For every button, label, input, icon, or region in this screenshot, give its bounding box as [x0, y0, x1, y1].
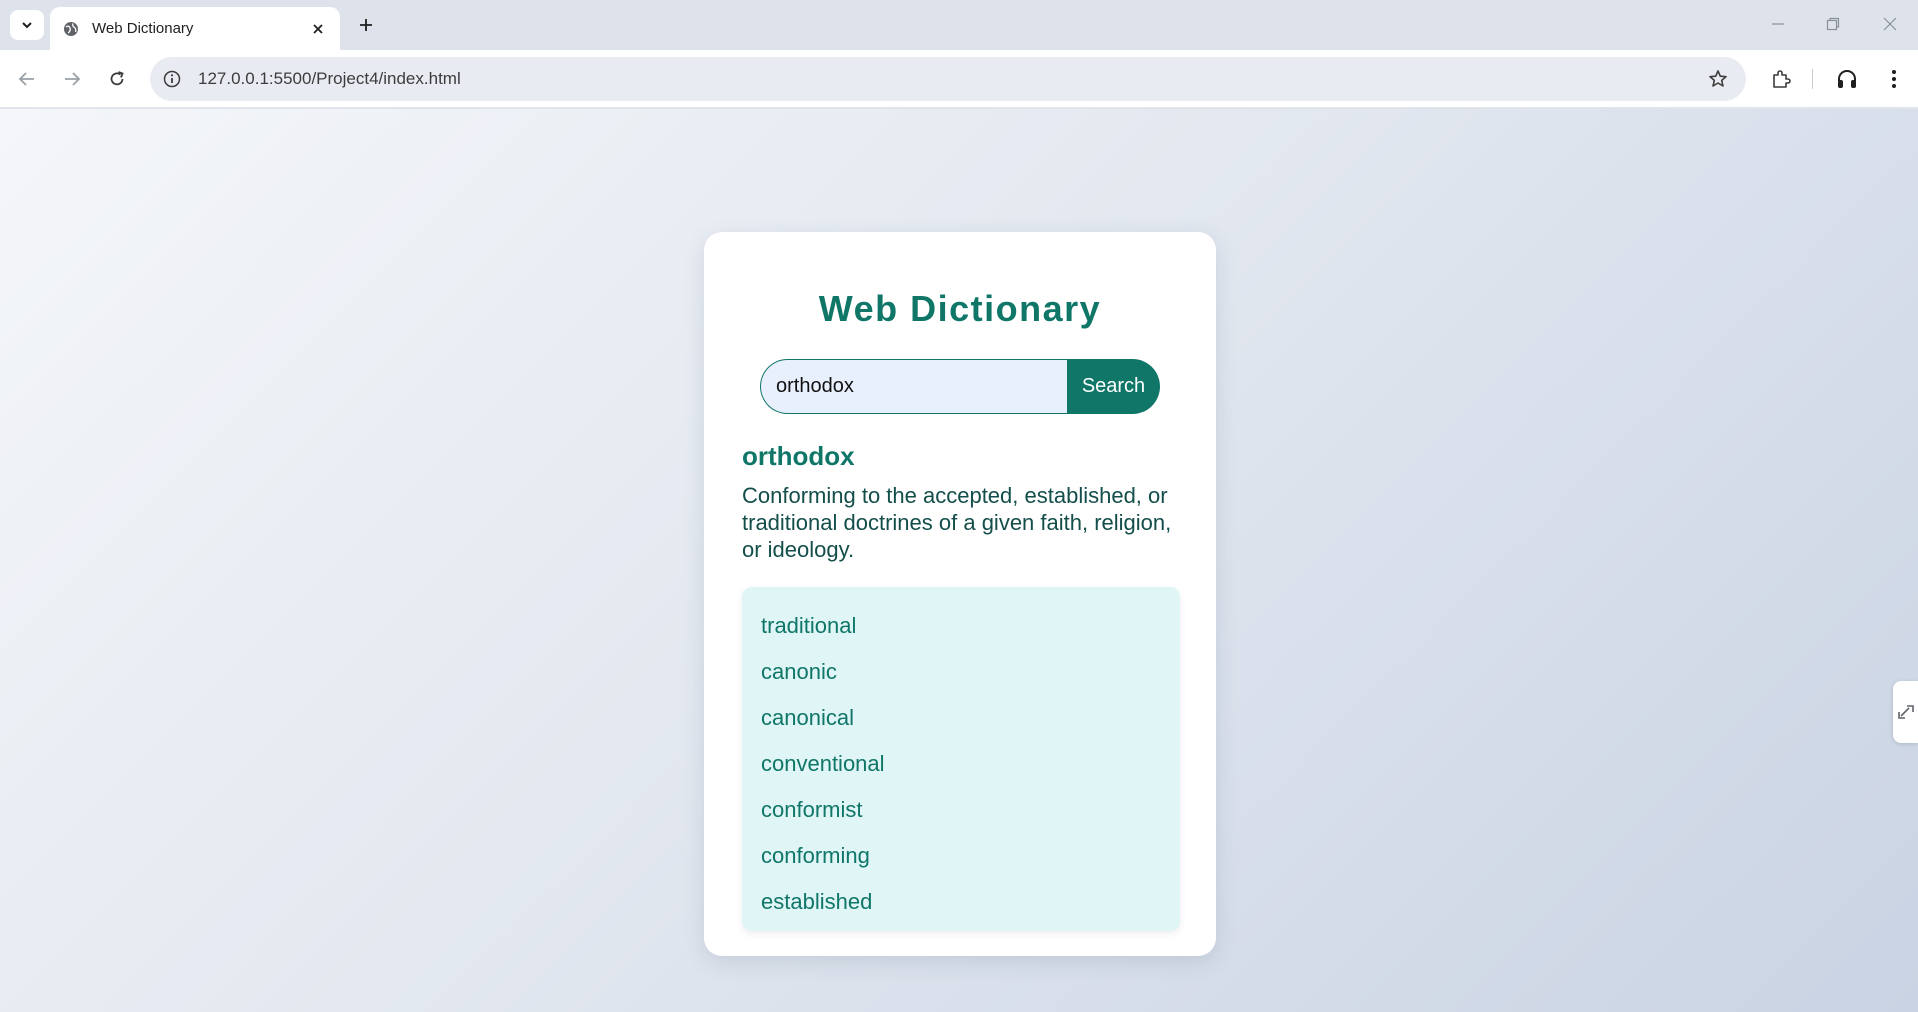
- synonym-item[interactable]: conformist: [761, 787, 1180, 833]
- minimize-button[interactable]: [1758, 8, 1798, 40]
- toolbar-divider: [1812, 69, 1813, 89]
- browser-tab[interactable]: Web Dictionary: [50, 7, 340, 50]
- address-bar[interactable]: 127.0.0.1:5500/Project4/index.html: [150, 57, 1746, 101]
- minimize-icon: [1772, 23, 1784, 25]
- browser-tab-strip: Web Dictionary: [0, 0, 1918, 50]
- synonym-item[interactable]: established: [761, 879, 1180, 925]
- back-button[interactable]: [11, 63, 43, 95]
- site-info-icon[interactable]: [158, 65, 186, 93]
- dictionary-card: Web Dictionary Search orthodox Conformin…: [704, 232, 1216, 956]
- chevron-down-icon: [22, 22, 32, 29]
- url-text: 127.0.0.1:5500/Project4/index.html: [198, 69, 461, 88]
- arrow-left-icon: [18, 72, 34, 86]
- headphones-icon[interactable]: [1831, 63, 1863, 95]
- link-icon: [1897, 705, 1914, 719]
- restore-button[interactable]: [1813, 8, 1853, 40]
- tab-search-button[interactable]: [10, 10, 44, 40]
- forward-button[interactable]: [56, 63, 88, 95]
- globe-icon: [62, 20, 80, 38]
- close-icon: [1883, 17, 1897, 31]
- reload-icon: [110, 71, 124, 86]
- extensions-icon[interactable]: [1765, 63, 1797, 95]
- kebab-menu-icon[interactable]: [1878, 63, 1910, 95]
- synonym-item[interactable]: traditional: [761, 603, 1180, 649]
- synonym-item[interactable]: conventional: [761, 741, 1180, 787]
- side-panel-handle[interactable]: [1893, 681, 1918, 743]
- plus-icon: [360, 19, 372, 31]
- synonym-item[interactable]: canonical: [761, 695, 1180, 741]
- page-viewport: Web Dictionary Search orthodox Conformin…: [0, 109, 1918, 1012]
- close-tab-icon[interactable]: [304, 15, 332, 43]
- search-button[interactable]: Search: [1067, 359, 1160, 414]
- arrow-right-icon: [65, 72, 81, 86]
- reload-button[interactable]: [101, 63, 133, 95]
- result-word: orthodox: [742, 441, 855, 471]
- synonyms-list: traditional canonic canonical convention…: [742, 587, 1180, 931]
- synonym-item[interactable]: canonic: [761, 649, 1180, 695]
- search-input[interactable]: [760, 359, 1067, 414]
- definition-text: Conforming to the accepted, established,…: [742, 483, 1172, 562]
- new-tab-button[interactable]: [351, 10, 381, 40]
- browser-toolbar: 127.0.0.1:5500/Project4/index.html: [0, 50, 1918, 108]
- page-title: Web Dictionary: [818, 288, 1102, 329]
- close-window-button[interactable]: [1870, 8, 1910, 40]
- search-bar: Search: [760, 359, 1160, 414]
- synonym-item[interactable]: conforming: [761, 833, 1180, 879]
- bookmark-star-icon[interactable]: [1702, 63, 1734, 95]
- tab-title: Web Dictionary: [92, 20, 194, 37]
- restore-icon: [1826, 17, 1840, 31]
